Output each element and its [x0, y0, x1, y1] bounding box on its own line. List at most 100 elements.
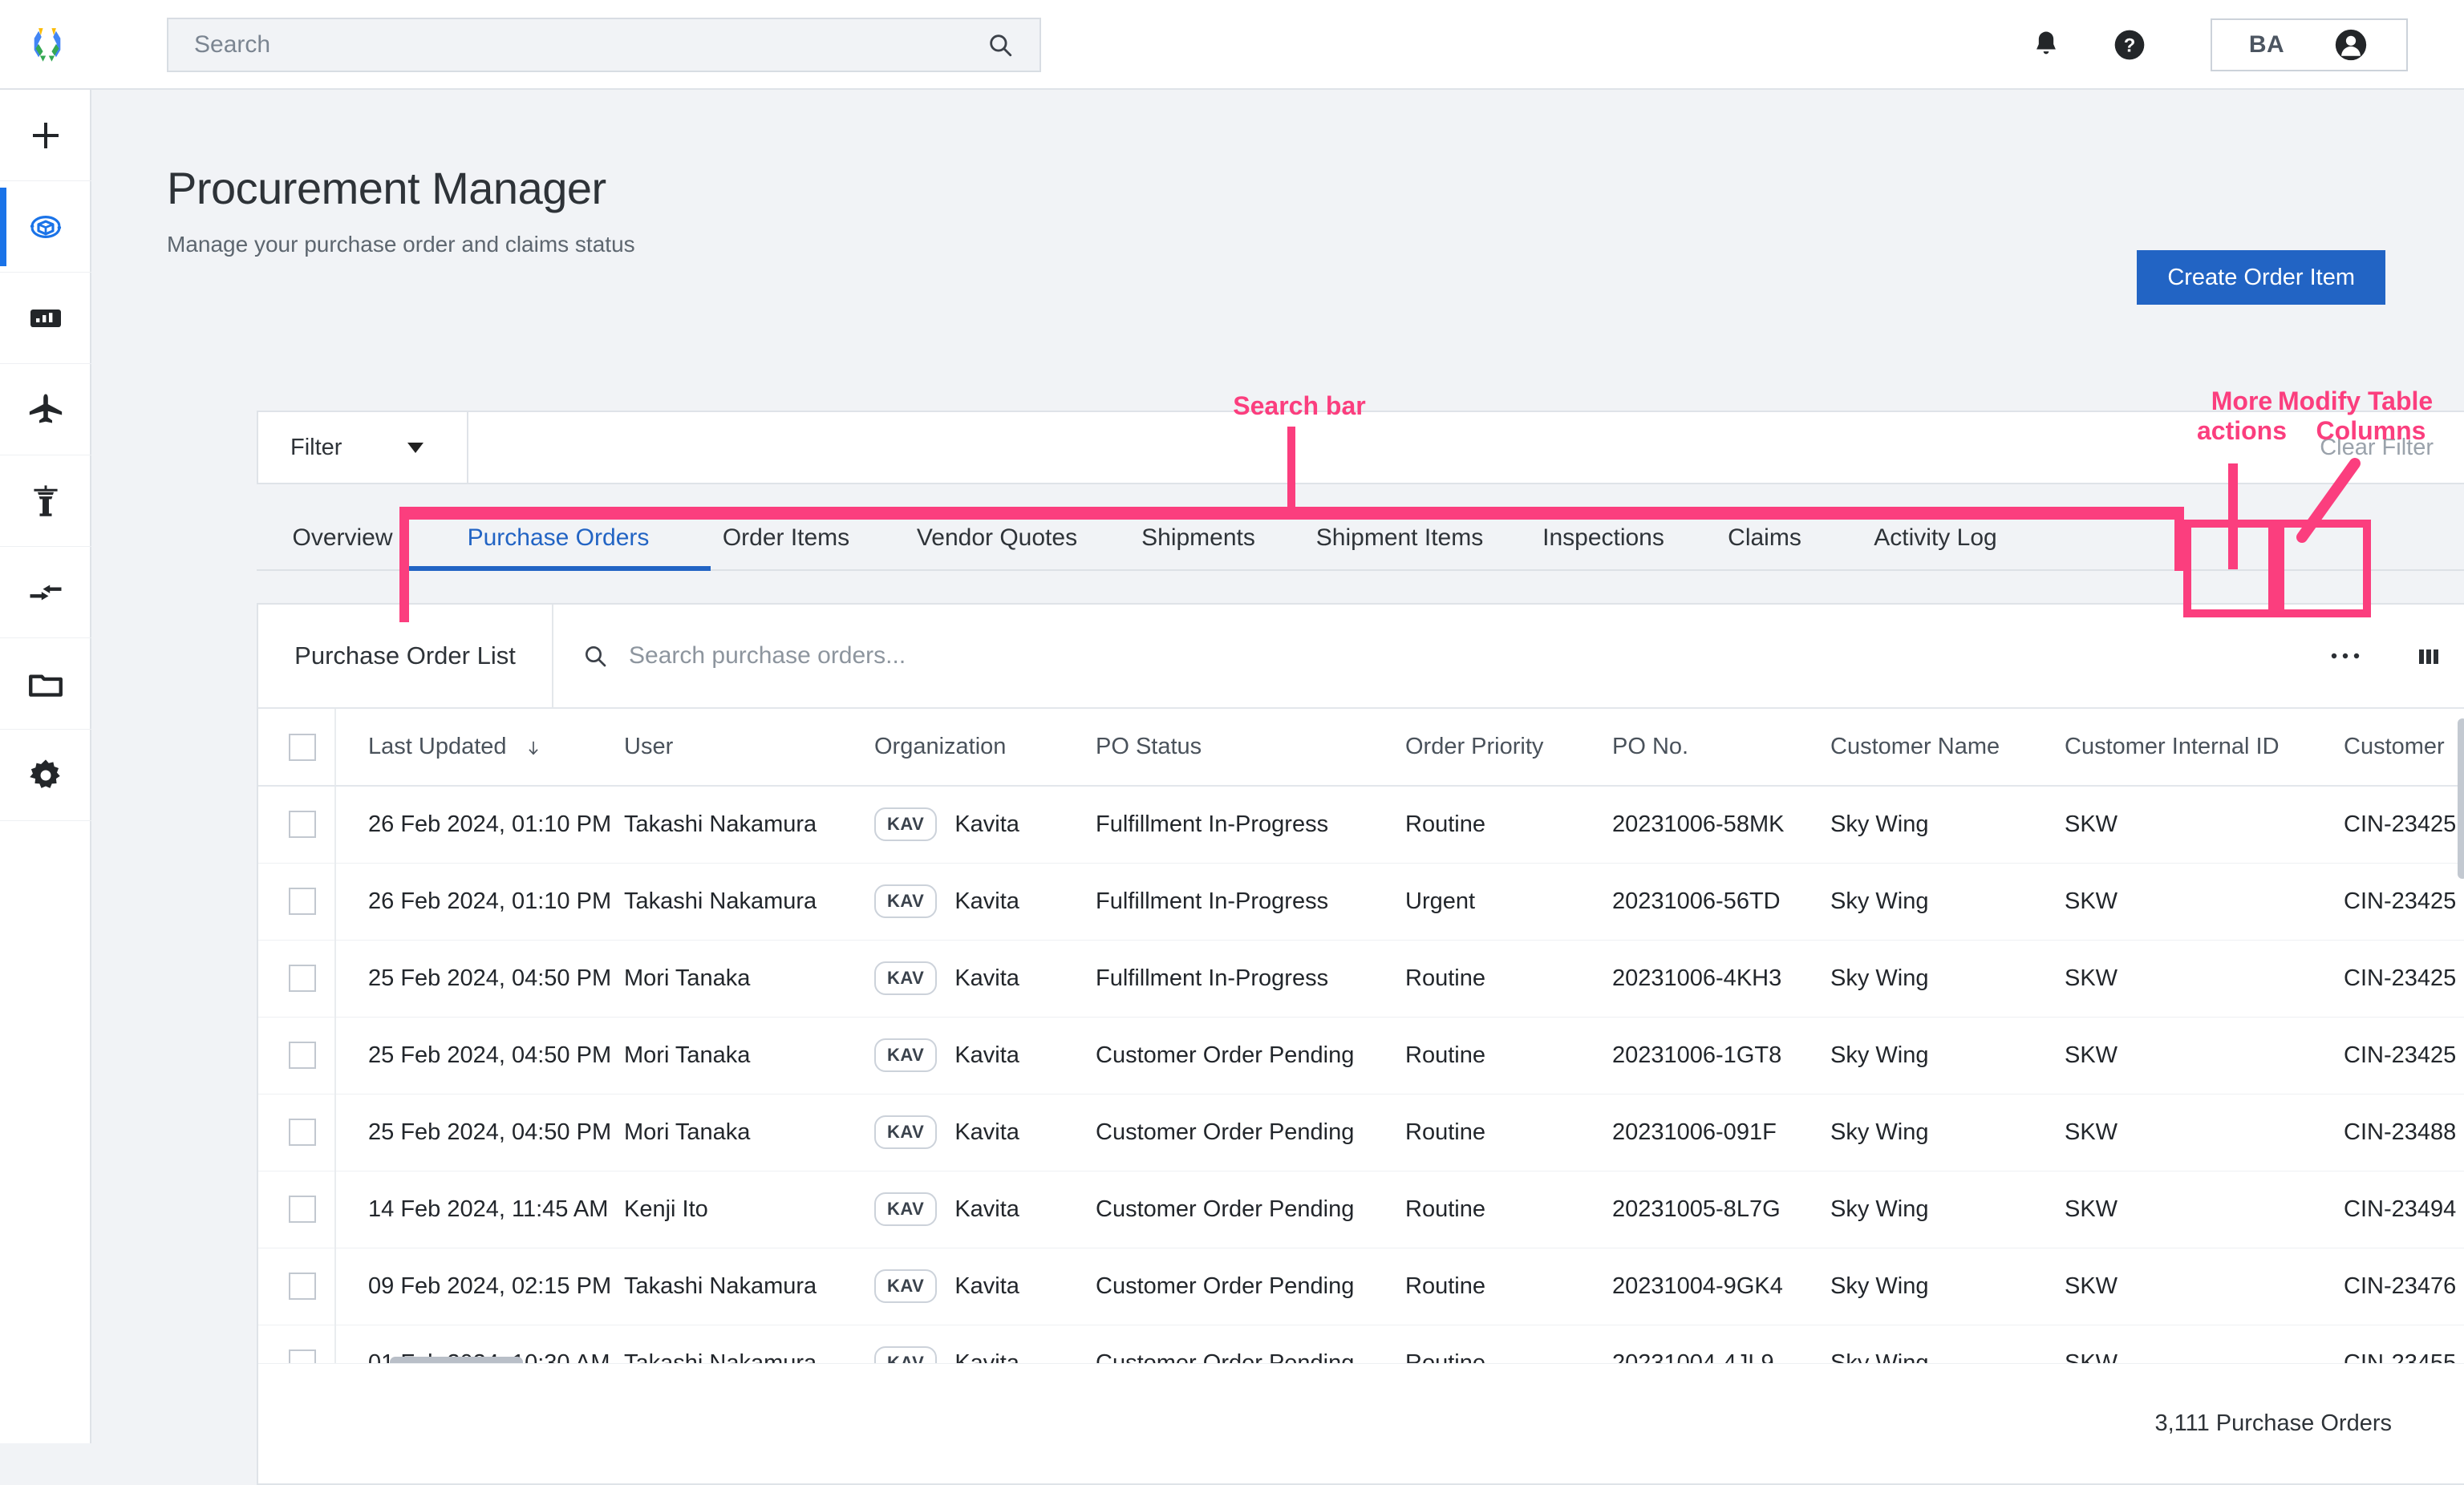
table-row[interactable]: 25 Feb 2024, 04:50 PM Mori Tanaka KAV Kavit… [258, 940, 2464, 1018]
col-user[interactable]: User [624, 709, 874, 787]
rail-item-operations[interactable] [0, 455, 91, 547]
annotation-box-more-actions [2183, 520, 2276, 617]
cell-po-status: Customer Order Pending [1096, 1248, 1405, 1325]
tab-inspections[interactable]: Inspections [1513, 524, 1694, 569]
help-button[interactable]: ? [2108, 23, 2151, 67]
cell-order-priority: Routine [1405, 786, 1612, 864]
table-scroll-region[interactable]: Last Updated User Organization PO Status… [258, 709, 2464, 1405]
cell-organization: KAV Kavita [874, 1171, 1096, 1248]
cell-customer-name: Sky Wing [1830, 940, 2065, 1018]
cell-order-priority: Routine [1405, 1171, 1612, 1248]
org-badge: KAV [874, 1115, 938, 1149]
tab-vendor-quotes[interactable]: Vendor Quotes [884, 524, 1110, 569]
rail-item-transfers[interactable] [0, 547, 91, 638]
page-subtitle: Manage your purchase order and claims st… [167, 232, 635, 257]
org-badge: KAV [874, 807, 938, 842]
cell-order-priority: Urgent [1405, 863, 1612, 941]
col-customer[interactable]: Customer [2344, 709, 2464, 787]
cell-customer-internal-id: SKW [2065, 1248, 2344, 1325]
left-nav-rail [0, 90, 91, 1443]
cell-customer-name: Sky Wing [1830, 1171, 2065, 1248]
filter-dropdown[interactable]: Filter [258, 412, 468, 483]
app-logo[interactable] [0, 0, 95, 89]
table-row[interactable]: 25 Feb 2024, 04:50 PM Mori Tanaka KAV Kavit… [258, 1017, 2464, 1095]
cell-customer: CIN-23488 [2344, 1094, 2464, 1171]
row-checkbox[interactable] [289, 1273, 316, 1300]
cell-customer: CIN-23425 [2344, 786, 2464, 864]
org-name: Kavita [954, 1273, 1019, 1299]
cell-customer: CIN-23425 [2344, 940, 2464, 1018]
main-content: Procurement Manager Manage your purchase… [91, 90, 2464, 1485]
row-checkbox[interactable] [289, 811, 316, 839]
card-footer: 3,111 Purchase Orders [258, 1363, 2464, 1483]
rail-item-fleet[interactable] [0, 364, 91, 455]
org-name: Kavita [954, 888, 1019, 914]
card-header-actions [2304, 605, 2464, 707]
table-row[interactable]: 26 Feb 2024, 01:10 PM Takashi Nakamura KAV… [258, 786, 2464, 864]
row-checkbox[interactable] [289, 965, 316, 992]
row-checkbox[interactable] [289, 1119, 316, 1146]
total-count-label: 3,111 Purchase Orders [2154, 1410, 2392, 1436]
col-po-no[interactable]: PO No. [1612, 709, 1830, 787]
tab-claims[interactable]: Claims [1694, 524, 1835, 569]
row-checkbox[interactable] [289, 888, 316, 915]
cell-customer: CIN-23425 [2344, 863, 2464, 941]
cell-organization: KAV Kavita [874, 863, 1096, 941]
plus-icon [33, 122, 59, 148]
cell-customer: CIN-23476 [2344, 1248, 2464, 1325]
tab-overview[interactable]: Overview [257, 524, 428, 569]
col-order-priority[interactable]: Order Priority [1405, 709, 1612, 787]
cell-customer-internal-id: SKW [2065, 1017, 2344, 1095]
tab-purchase-orders[interactable]: Purchase Orders [406, 524, 711, 571]
cell-po-status: Customer Order Pending [1096, 1171, 1405, 1248]
cell-customer-name: Sky Wing [1830, 1094, 2065, 1171]
table-row[interactable]: 14 Feb 2024, 11:45 AM Kenji Ito KAV Kavita C… [258, 1171, 2464, 1248]
table-row[interactable]: 09 Feb 2024, 02:15 PM Takashi Nakamura KAV… [258, 1248, 2464, 1325]
tab-activity-log[interactable]: Activity Log [1835, 524, 2036, 569]
table-search-input[interactable]: Search purchase orders... [553, 605, 2304, 707]
cell-user: Mori Tanaka [624, 940, 874, 1018]
control-tower-icon [34, 484, 58, 516]
tab-shipments[interactable]: Shipments [1110, 524, 1287, 569]
tab-shipment-items[interactable]: Shipment Items [1287, 524, 1513, 569]
page-title: Procurement Manager [167, 163, 606, 213]
row-select-cell [258, 1248, 336, 1325]
notifications-button[interactable] [2024, 23, 2068, 67]
col-customer-name[interactable]: Customer Name [1830, 709, 2065, 787]
rail-item-analytics[interactable] [0, 273, 91, 364]
cell-po-no: 20231006-1GT8 [1612, 1017, 1830, 1095]
cell-last-updated: 25 Feb 2024, 04:50 PM [335, 1094, 624, 1171]
rail-item-procurement[interactable] [0, 181, 91, 273]
row-checkbox[interactable] [289, 1196, 316, 1223]
user-account-chip[interactable]: BA [2211, 18, 2408, 71]
table-row[interactable]: 25 Feb 2024, 04:50 PM Mori Tanaka KAV Kavit… [258, 1094, 2464, 1171]
modify-columns-button[interactable] [2387, 605, 2464, 707]
table-body: 26 Feb 2024, 01:10 PM Takashi Nakamura KAV… [258, 786, 2464, 1402]
vertical-scrollbar-thumb[interactable] [2458, 718, 2464, 879]
rail-item-create[interactable] [0, 90, 91, 181]
org-badge: KAV [874, 1038, 938, 1072]
search-icon [586, 646, 606, 667]
svg-text:?: ? [2124, 34, 2136, 56]
card-header: Purchase Order List Search purchase orde… [258, 605, 2464, 709]
row-checkbox[interactable] [289, 1042, 316, 1069]
search-icon[interactable] [987, 31, 1014, 59]
table-row[interactable]: 26 Feb 2024, 01:10 PM Takashi Nakamura KAV… [258, 863, 2464, 941]
rail-item-settings[interactable] [0, 730, 91, 821]
col-po-status[interactable]: PO Status [1096, 709, 1405, 787]
cell-po-no: 20231006-4KH3 [1612, 940, 1830, 1018]
row-select-cell [258, 863, 336, 941]
rail-item-documents[interactable] [0, 638, 91, 730]
create-order-item-button[interactable]: Create Order Item [2137, 250, 2385, 305]
cell-customer: CIN-23494 [2344, 1171, 2464, 1248]
more-actions-button[interactable] [2304, 605, 2387, 707]
col-last-updated[interactable]: Last Updated [335, 709, 624, 787]
page-header: Procurement Manager Manage your purchase… [167, 162, 635, 257]
cell-po-no: 20231006-58MK [1612, 786, 1830, 864]
cell-customer-internal-id: SKW [2065, 863, 2344, 941]
col-customer-internal-id[interactable]: Customer Internal ID [2065, 709, 2344, 787]
select-all-checkbox[interactable] [289, 733, 316, 761]
global-search-input[interactable]: Search [167, 18, 1041, 72]
col-organization[interactable]: Organization [874, 709, 1096, 787]
tab-order-items[interactable]: Order Items [688, 524, 884, 569]
